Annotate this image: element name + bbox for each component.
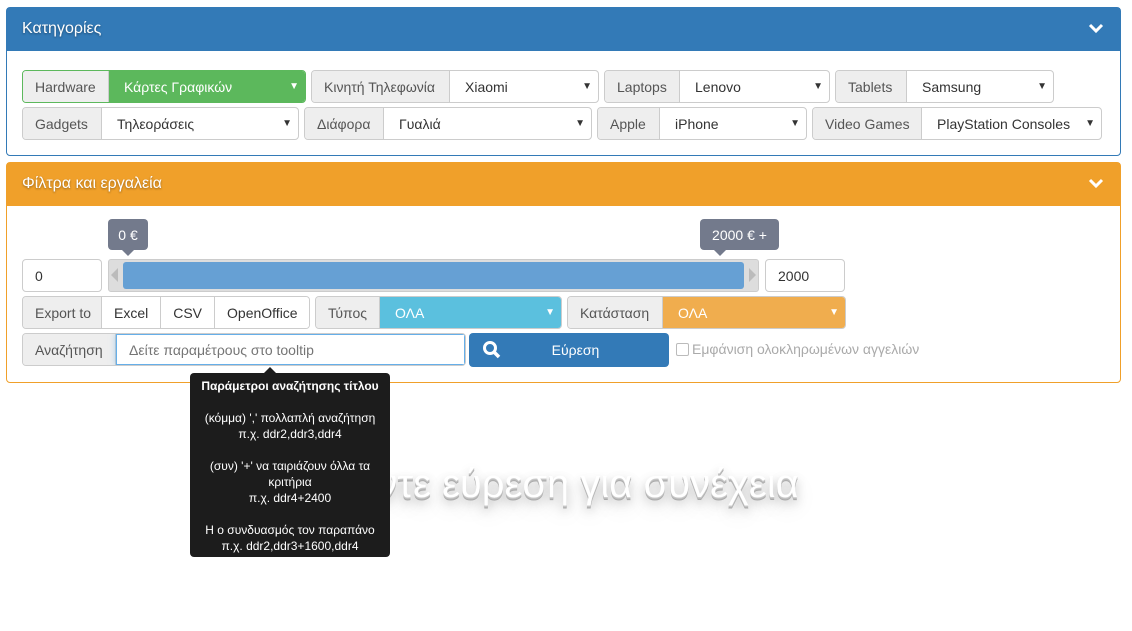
price-min-input[interactable]: 0 (22, 259, 102, 292)
category-label: Apple (598, 108, 660, 139)
slider-range (123, 262, 744, 289)
tooltip-line: Η ο συνδυασμός τον παραπάνο (205, 523, 375, 537)
type-group: Τύπος ΟΛΑ ▼ (315, 296, 562, 329)
category-value: Xiaomi (465, 78, 508, 95)
category-select[interactable]: iPhone ▼ (660, 108, 806, 139)
price-min-tooltip: 0 € (108, 219, 148, 256)
status-value: ΟΛΑ (678, 304, 708, 321)
caret-down-icon: ▼ (1085, 118, 1095, 129)
search-group: Αναζήτηση (22, 333, 466, 366)
category-select[interactable]: Τηλεοράσεις ▼ (102, 108, 298, 139)
caret-down-icon: ▼ (829, 307, 839, 318)
export-label: Export to (23, 297, 102, 328)
category-select[interactable]: Xiaomi ▼ (450, 71, 598, 102)
type-select[interactable]: ΟΛΑ ▼ (380, 297, 561, 328)
export-excel-button[interactable]: Excel (102, 297, 162, 328)
category-value: Τηλεοράσεις (117, 115, 195, 132)
chevron-down-icon[interactable] (1088, 20, 1104, 36)
tooltip-line: (κόμμα) ',' πολλαπλή αναζήτηση (204, 411, 376, 425)
show-completed-checkbox[interactable]: Εμφάνιση ολοκληρωμένων αγγελιών (676, 341, 919, 357)
tooltip-line (196, 506, 384, 522)
category-value: Γυαλιά (399, 115, 441, 132)
tooltip-arrow (264, 367, 276, 373)
category-group: Apple iPhone ▼ (597, 107, 807, 140)
category-group: Video Games PlayStation Consoles ▼ (812, 107, 1102, 140)
category-label: Tablets (836, 71, 907, 102)
search-button-label: Εύρεση (551, 342, 600, 358)
search-button[interactable]: Εύρεση (469, 333, 669, 367)
caret-down-icon: ▼ (1037, 81, 1047, 92)
tooltip-title: Παράμετροι αναζήτησης τίτλου (201, 379, 379, 393)
caret-down-icon: ▼ (582, 81, 592, 92)
category-select[interactable]: Lenovo ▼ (680, 71, 829, 102)
category-label: Κινητή Τηλεφωνία (312, 71, 450, 102)
filters-header[interactable]: Φίλτρα και εργαλεία (7, 163, 1120, 206)
category-label: Gadgets (23, 108, 102, 139)
export-group: Export to Excel CSV OpenOffice (22, 296, 310, 329)
tooltip-line (196, 442, 384, 458)
export-openoffice-button[interactable]: OpenOffice (215, 297, 309, 328)
categories-header[interactable]: Κατηγορίες (7, 8, 1120, 51)
tooltip-line: (συν) '+' να ταιριάζουν όλλα τα κριτήρια (209, 459, 371, 489)
filters-title: Φίλτρα και εργαλεία (22, 175, 162, 192)
checkbox-box[interactable] (676, 342, 689, 356)
slider-handle-max[interactable] (749, 268, 756, 282)
price-slider[interactable] (108, 259, 759, 292)
status-group: Κατάσταση ΟΛΑ ▼ (567, 296, 846, 329)
category-value: Samsung (922, 78, 982, 95)
category-select[interactable]: Γυαλιά ▼ (384, 108, 591, 139)
export-csv-button[interactable]: CSV (161, 297, 216, 328)
search-prompt-message: Κάντε εύρεση για συνέχεια (328, 462, 799, 506)
caret-down-icon: ▼ (289, 81, 299, 92)
category-label: Hardware (23, 71, 109, 102)
search-tooltip: Παράμετροι αναζήτησης τίτλου (κόμμα) ','… (190, 367, 390, 557)
category-select[interactable]: Samsung ▼ (907, 71, 1053, 102)
status-select[interactable]: ΟΛΑ ▼ (663, 297, 845, 328)
caret-down-icon: ▼ (545, 307, 555, 318)
category-value: PlayStation Consoles (937, 115, 1071, 132)
price-max-tooltip: 2000 € + (700, 219, 779, 256)
category-select[interactable]: PlayStation Consoles ▼ (922, 108, 1101, 139)
category-value: Lenovo (695, 78, 741, 95)
tooltip-line: π.χ. ddr2,ddr3+1600,ddr4 (221, 539, 359, 553)
category-group: Κινητή Τηλεφωνία Xiaomi ▼ (311, 70, 599, 103)
categories-title: Κατηγορίες (22, 20, 102, 37)
search-icon (483, 341, 501, 359)
slider-handle-min[interactable] (111, 268, 118, 282)
search-input[interactable] (116, 334, 465, 365)
category-select[interactable]: Κάρτες Γραφικών ▼ (109, 71, 305, 102)
category-group: Hardware Κάρτες Γραφικών ▼ (22, 70, 306, 103)
category-group: Gadgets Τηλεοράσεις ▼ (22, 107, 299, 140)
caret-down-icon: ▼ (790, 118, 800, 129)
price-max-input[interactable]: 2000 (765, 259, 845, 292)
type-value: ΟΛΑ (395, 304, 425, 321)
category-group: Tablets Samsung ▼ (835, 70, 1054, 103)
show-completed-label: Εμφάνιση ολοκληρωμένων αγγελιών (692, 341, 920, 357)
category-value: Κάρτες Γραφικών (124, 78, 233, 95)
tooltip-line: π.χ. ddr4+2400 (248, 491, 332, 505)
search-label: Αναζήτηση (23, 334, 116, 365)
tooltip-line: π.χ. ddr2,ddr3,ddr4 (238, 427, 342, 441)
category-value: iPhone (675, 115, 719, 132)
status-label: Κατάσταση (568, 297, 663, 328)
caret-down-icon: ▼ (282, 118, 292, 129)
caret-down-icon: ▼ (575, 118, 585, 129)
category-group: Διάφορα Γυαλιά ▼ (304, 107, 592, 140)
category-label: Διάφορα (305, 108, 384, 139)
type-label: Τύπος (316, 297, 380, 328)
category-label: Video Games (813, 108, 922, 139)
caret-down-icon: ▼ (813, 81, 823, 92)
chevron-down-icon[interactable] (1088, 175, 1104, 191)
category-label: Laptops (605, 71, 680, 102)
category-group: Laptops Lenovo ▼ (604, 70, 830, 103)
